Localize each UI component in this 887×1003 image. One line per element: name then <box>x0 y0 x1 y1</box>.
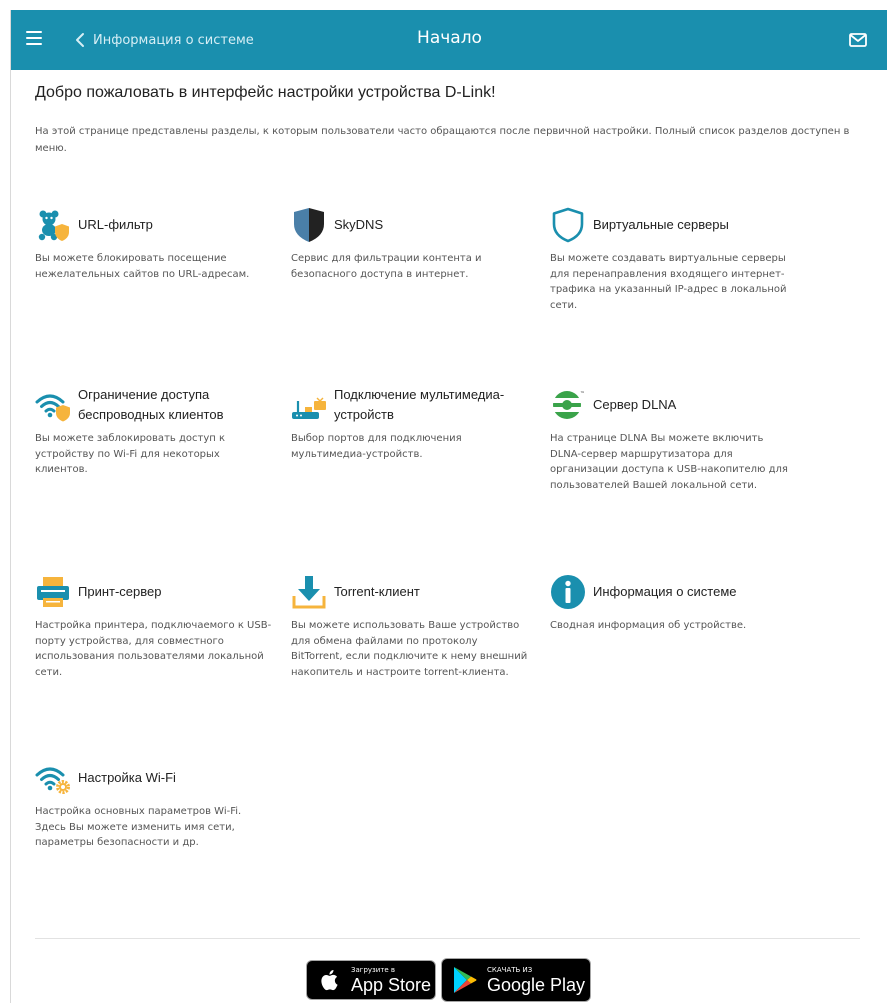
top-bar: Информация о системе Начало <box>11 10 887 70</box>
card-title-torrent[interactable]: Torrent-клиент <box>334 582 420 602</box>
card-title-system-info[interactable]: Информация о системе <box>593 582 737 602</box>
welcome-title: Добро пожаловать в интерфейс настройки у… <box>35 84 496 101</box>
card-desc-skydns: Сервис для фильтрации контента и безопас… <box>291 253 482 280</box>
card-title-skydns[interactable]: SkyDNS <box>334 215 383 235</box>
app-frame: Информация о системе Начало Добро пожало… <box>10 10 887 1003</box>
mail-icon[interactable] <box>848 30 868 50</box>
card-desc-print-server: Настройка принтера, подключаемого к USB-… <box>35 620 272 678</box>
card-desc-wireless-access: Вы можете заблокировать доступ к устройс… <box>35 433 225 475</box>
app-store-small: Загрузите в <box>351 965 396 974</box>
google-play-button[interactable]: СКАЧАТЬ ИЗ Google Play <box>441 958 591 1002</box>
dlna-icon: ™ <box>550 387 586 423</box>
card-url-filter: URL-фильтр Вы можете блокировать посещен… <box>35 207 275 282</box>
page-title: Начало <box>417 28 482 48</box>
svg-text:™: ™ <box>580 391 585 397</box>
shield-outline-icon <box>550 207 586 243</box>
card-title-multimedia[interactable]: Подключение мультимедиа-устройств <box>334 385 531 425</box>
printer-icon <box>35 574 71 610</box>
card-desc-virtual-servers: Вы можете создавать виртуальные серверы … <box>550 253 787 311</box>
wifi-shield-icon <box>35 387 71 423</box>
skydns-shield-icon <box>291 207 327 243</box>
card-title-virtual-servers[interactable]: Виртуальные серверы <box>593 215 729 235</box>
google-play-big: Google Play <box>487 974 586 995</box>
footer-divider <box>35 938 860 939</box>
card-title-print-server[interactable]: Принт-сервер <box>78 582 161 602</box>
app-store-big: App Store <box>351 974 432 995</box>
card-desc-url-filter: Вы можете блокировать посещение нежелате… <box>35 253 250 280</box>
card-print-server: Принт-сервер Настройка принтера, подключ… <box>35 574 275 680</box>
card-wireless-access: Ограничение доступа беспроводных клиенто… <box>35 387 275 478</box>
card-title-dlna[interactable]: Сервер DLNA <box>593 395 676 415</box>
card-desc-multimedia: Выбор портов для подключения мультимедиа… <box>291 433 462 460</box>
card-desc-wifi-setup: Настройка основных параметров Wi-Fi. Зде… <box>35 806 242 848</box>
wifi-gear-icon <box>35 760 71 796</box>
router-tv-icon <box>291 387 327 423</box>
card-desc-dlna: На странице DLNA Вы можете включить DLNA… <box>550 433 788 491</box>
apple-icon <box>321 970 338 991</box>
card-title-url-filter[interactable]: URL-фильтр <box>78 215 153 235</box>
card-desc-system-info: Сводная информация об устройстве. <box>550 620 747 631</box>
info-icon <box>550 574 586 610</box>
card-title-wireless-access[interactable]: Ограничение доступа беспроводных клиенто… <box>78 385 275 425</box>
google-play-icon <box>454 967 477 993</box>
card-title-wifi-setup[interactable]: Настройка Wi-Fi <box>78 768 176 788</box>
card-desc-torrent: Вы можете использовать Ваше устройство д… <box>291 620 528 678</box>
card-virtual-servers: Виртуальные серверы Вы можете создавать … <box>550 207 790 313</box>
card-system-info: Информация о системе Сводная информация … <box>550 574 790 634</box>
card-dlna: ™ Сервер DLNA На странице DLNA Вы можете… <box>550 387 790 493</box>
card-torrent: Torrent-клиент Вы можете использовать Ва… <box>291 574 531 680</box>
card-multimedia: Подключение мультимедиа-устройств Выбор … <box>291 387 531 462</box>
app-store-button[interactable]: Загрузите в App Store <box>306 960 436 1000</box>
download-icon <box>291 574 327 610</box>
card-skydns: SkyDNS Сервис для фильтрации контента и … <box>291 207 531 282</box>
intro-text: На этой странице представлены разделы, к… <box>35 126 850 154</box>
google-play-small: СКАЧАТЬ ИЗ <box>487 965 533 974</box>
card-wifi-setup: Настройка Wi-Fi Настройка основных парам… <box>35 760 275 851</box>
teddy-bear-shield-icon <box>35 207 71 243</box>
